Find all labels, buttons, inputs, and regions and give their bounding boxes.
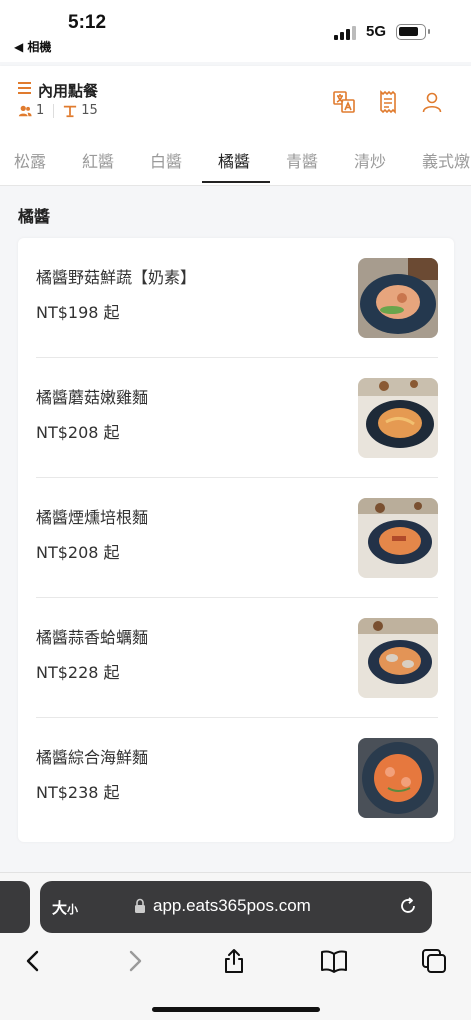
network-label: 5G	[366, 23, 387, 40]
text-size-small: 小	[67, 903, 79, 916]
item-name: 橘醬蘑菇嫩雞麵	[36, 388, 149, 407]
app-header: 內用點餐 1 15	[0, 66, 471, 134]
lock-icon	[135, 898, 145, 913]
tab-category[interactable]: 松露	[14, 148, 46, 172]
category-tabs: 松露 紅醬 白醬 橘醬 青醬 清炒 義式燉	[0, 134, 471, 186]
user-icon[interactable]	[420, 90, 444, 114]
bookmarks-icon[interactable]	[320, 947, 348, 975]
url-text: app.eats365pos.com	[153, 896, 311, 915]
table-icon	[64, 105, 77, 117]
dish-photo	[358, 738, 438, 818]
previous-tab-preview[interactable]	[0, 881, 30, 933]
tab-category[interactable]: 紅醬	[82, 148, 114, 172]
tabs-icon[interactable]	[420, 947, 448, 975]
menu-item[interactable]: 橘醬蘑菇嫩雞麵 NT$208 起	[36, 358, 438, 478]
translate-icon[interactable]	[332, 90, 356, 114]
menu-item[interactable]: 橘醬蒜香蛤蠣麵 NT$228 起	[36, 598, 438, 718]
menu-list: 橘醬野菇鮮蔬【奶素】 NT$198 起 橘醬蘑菇嫩雞麵 NT$208 起 橘醬煙…	[18, 238, 454, 842]
reload-icon[interactable]	[398, 896, 418, 916]
menu-item[interactable]: 橘醬野菇鮮蔬【奶素】 NT$198 起	[36, 238, 438, 358]
dish-photo	[358, 618, 438, 698]
item-price: NT$238 起	[36, 783, 120, 802]
battery-icon	[396, 24, 430, 40]
order-meta: 1 15	[18, 103, 98, 118]
signal-icon	[334, 24, 358, 40]
tab-category[interactable]: 義式燉	[422, 148, 470, 172]
tab-category-active[interactable]: 橘醬	[218, 148, 250, 172]
receipt-icon[interactable]	[376, 90, 400, 114]
item-price: NT$198 起	[36, 303, 120, 322]
back-arrow-icon[interactable]	[20, 947, 48, 975]
status-bar: 5:12 ◀ 相機 5G	[0, 0, 471, 62]
share-icon[interactable]	[220, 947, 248, 975]
item-name: 橘醬綜合海鮮麵	[36, 748, 149, 767]
item-name: 橘醬煙燻培根麵	[36, 508, 149, 527]
back-to-app-link[interactable]: ◀ 相機	[14, 38, 51, 55]
people-icon	[18, 105, 32, 116]
menu-icon[interactable]	[18, 82, 32, 94]
menu-item[interactable]: 橘醬煙燻培根麵 NT$208 起	[36, 478, 438, 598]
home-indicator	[152, 1007, 320, 1012]
dish-photo	[358, 498, 438, 578]
guest-count: 1	[36, 103, 45, 118]
section-title: 橘醬	[18, 207, 51, 226]
item-price: NT$208 起	[36, 543, 120, 562]
tab-category[interactable]: 白醬	[150, 148, 182, 172]
item-price: NT$208 起	[36, 423, 120, 442]
dish-photo	[358, 378, 438, 458]
menu-item[interactable]: 橘醬綜合海鮮麵 NT$238 起	[36, 718, 438, 838]
table-number: 15	[81, 103, 98, 118]
address-bar[interactable]: 大小 app.eats365pos.com	[40, 881, 432, 933]
tab-category[interactable]: 清炒	[354, 148, 386, 172]
text-size-big: 大	[52, 899, 68, 917]
status-time: 5:12	[68, 12, 107, 33]
item-name: 橘醬蒜香蛤蠣麵	[36, 628, 149, 647]
browser-bar: 大小 app.eats365pos.com	[0, 872, 471, 1020]
dish-photo	[358, 258, 438, 338]
item-price: NT$228 起	[36, 663, 120, 682]
page-title: 內用點餐	[38, 82, 99, 100]
tab-category[interactable]: 青醬	[286, 148, 318, 172]
text-size-button[interactable]: 大小	[52, 897, 78, 918]
forward-arrow-icon[interactable]	[120, 947, 148, 975]
item-name: 橘醬野菇鮮蔬【奶素】	[36, 268, 197, 287]
active-tab-indicator	[202, 181, 270, 183]
